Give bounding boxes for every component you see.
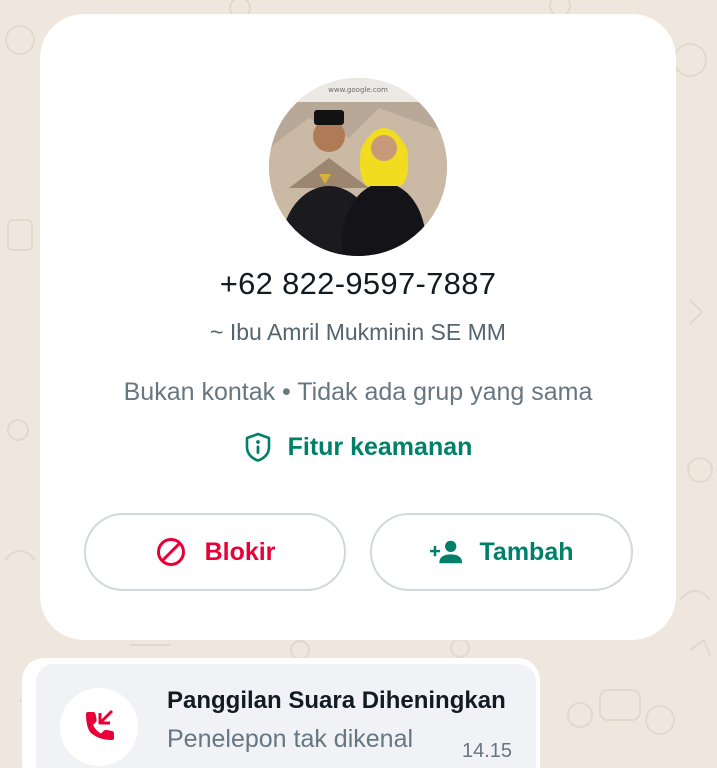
contact-info-card: www.google.com +62 822-9597-7887 ~ Ibu A… <box>40 14 676 640</box>
avatar-watermark-text: www.google.com <box>328 86 388 94</box>
contact-meta-text: Bukan kontak • Tidak ada grup yang sama <box>123 378 593 406</box>
avatar-photo: www.google.com <box>269 78 447 256</box>
block-button-label: Blokir <box>204 537 276 566</box>
add-contact-button[interactable]: Tambah <box>370 513 633 591</box>
call-timestamp: 14.15 <box>462 740 513 762</box>
call-title: Panggilan Suara Diheningkan <box>167 687 506 714</box>
contact-push-name: ~ Ibu Amril Mukminin SE MM <box>210 319 506 345</box>
avatar[interactable]: www.google.com <box>269 78 447 256</box>
add-person-icon <box>429 540 462 564</box>
security-features-link[interactable]: Fitur keamanan <box>40 432 676 462</box>
shield-info-icon <box>245 432 270 462</box>
contact-phone-number: +62 822-9597-7887 <box>219 266 497 301</box>
silenced-call-message[interactable]: Panggilan Suara Diheningkan Penelepon ta… <box>22 658 540 768</box>
call-card: Panggilan Suara Diheningkan Penelepon ta… <box>36 664 536 768</box>
block-icon <box>156 538 185 566</box>
call-icon-circle <box>60 688 138 766</box>
security-features-label: Fitur keamanan <box>287 432 473 461</box>
block-button[interactable]: Blokir <box>84 513 346 591</box>
add-button-label: Tambah <box>479 537 574 566</box>
missed-call-icon <box>86 709 114 740</box>
call-subtitle: Penelepon tak dikenal <box>167 725 414 753</box>
